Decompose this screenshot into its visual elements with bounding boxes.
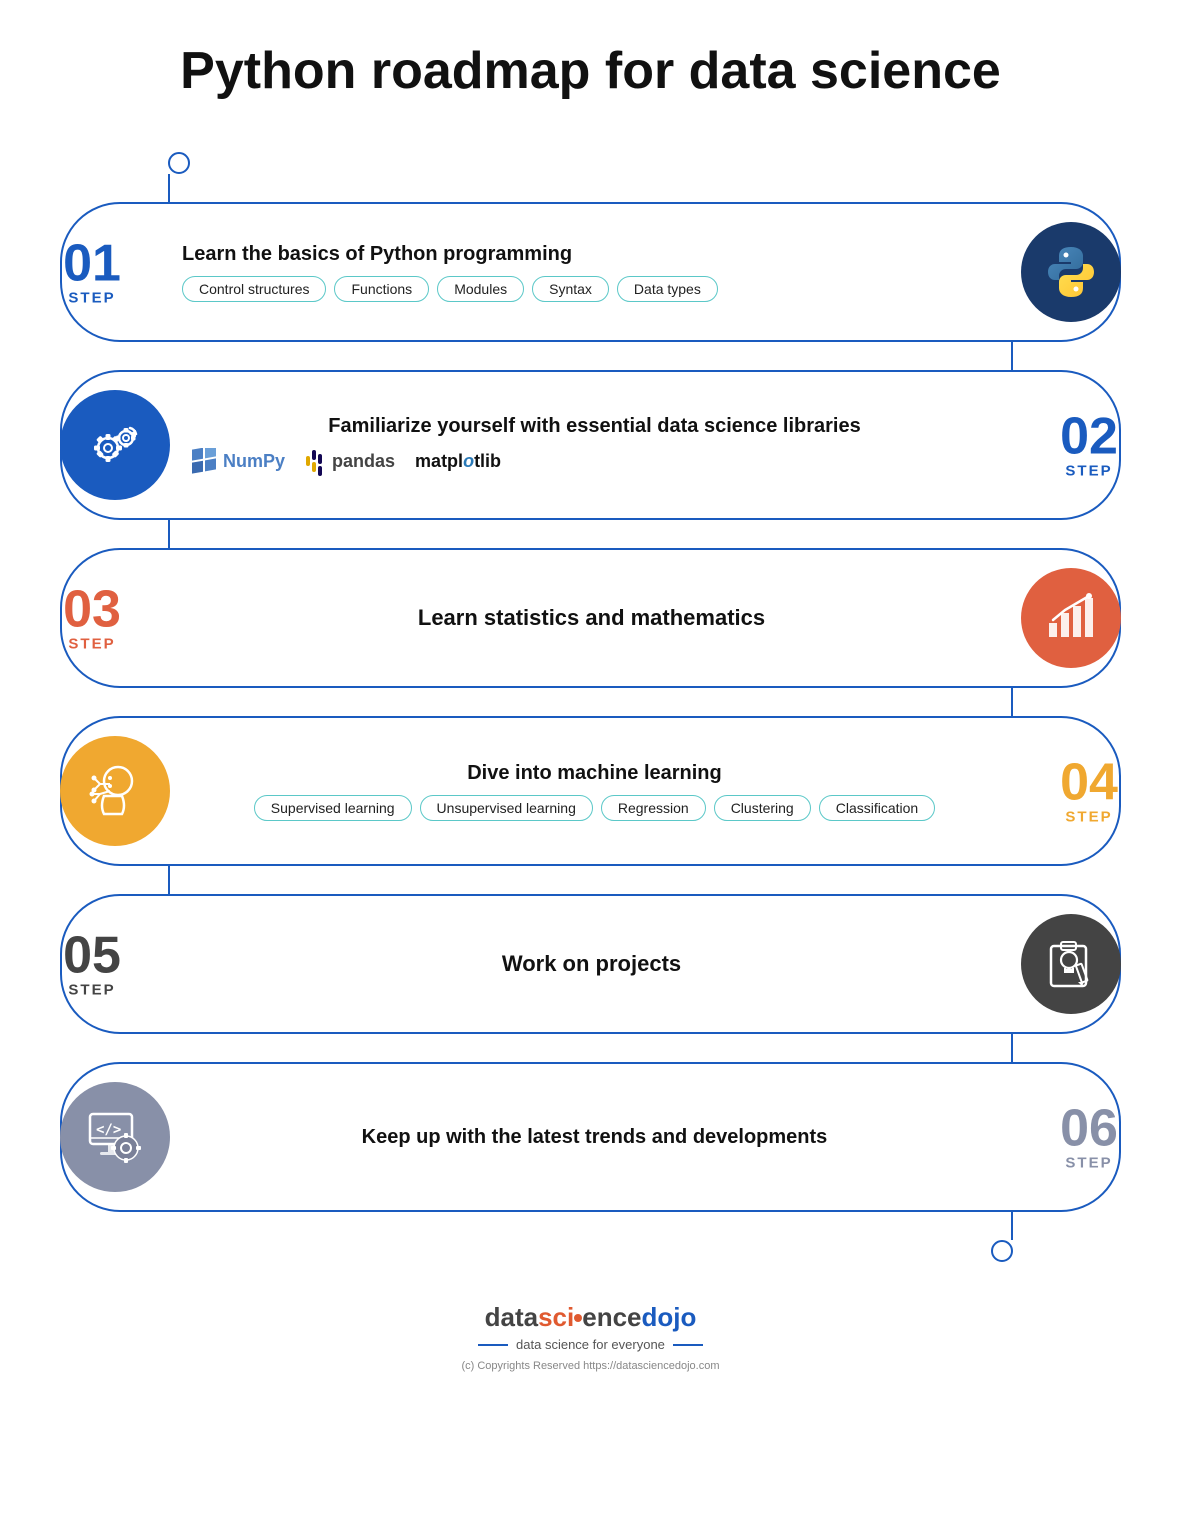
step-2-number-group: 02 STEP [1049,411,1129,480]
step-3-number-group: 03 STEP [52,584,132,653]
step-1-card: 01 STEP Learn the basics of Python progr… [60,202,1121,342]
step-4-number-group: 04 STEP [1049,757,1129,826]
step-2-label: STEP [1065,463,1112,480]
logo: data science dojo [485,1302,697,1333]
step-3-card: 03 STEP Learn statistics and mathematics [60,548,1121,688]
logo-sci: sc [538,1302,567,1332]
top-connector [60,152,1121,202]
step-6-number: 06 [1060,1103,1118,1155]
step-5-card: 05 STEP Work on projects [60,894,1121,1034]
step-1-title: Learn the basics of Python programming [182,243,1001,266]
connector-3 [60,520,1121,548]
step-4-title: Dive into machine learning [190,762,999,785]
tag-data-types: Data types [617,276,718,302]
step-1-content: Learn the basics of Python programming C… [152,243,1021,302]
lib-pandas-text: pandas [332,451,395,472]
lib-numpy: NumPy [190,448,285,476]
tag-modules: Modules [437,276,524,302]
step-1-tags: Control structures Functions Modules Syn… [182,276,1001,302]
svg-text:</>: </> [96,1122,121,1138]
step-6-title: Keep up with the latest trends and devel… [190,1126,999,1149]
step-6-number-group: 06 STEP [1049,1103,1129,1172]
tag-syntax: Syntax [532,276,609,302]
step-4-content: Dive into machine learning Supervised le… [170,762,1029,821]
step-5-icon [1021,914,1121,1014]
page-title: Python roadmap for data science [180,40,1001,102]
footer: data science dojo data science for every… [461,1302,719,1372]
logo-data: data [485,1302,538,1333]
tag-classification: Classification [819,795,935,821]
connector-5 [60,866,1121,894]
connector-6 [60,1034,1121,1062]
lib-pandas: pandas [305,448,395,476]
bottom-connector-dot [991,1240,1013,1262]
connector-4 [60,688,1121,716]
lib-matplotlib: matplotlib [415,451,501,472]
logo-ence: ence [582,1302,641,1332]
connector-2 [60,342,1121,370]
logo-dojo: dojo [642,1302,697,1333]
step-1-icon [1021,222,1121,322]
step-3-number: 03 [63,584,121,636]
step-2-content: Familiarize yourself with essential data… [170,415,1029,476]
step-3-icon [1021,568,1121,668]
top-connector-dot [168,152,190,174]
step-5-label: STEP [68,982,115,999]
tagline-dash-left [478,1344,508,1346]
logo-tagline: data science for everyone [478,1337,703,1352]
tagline-dash-right [673,1344,703,1346]
step-5-number: 05 [63,930,121,982]
step-2-libs: NumPy pandas matplotlib [190,448,999,476]
step-4-tags: Supervised learning Unsupervised learnin… [190,795,999,821]
step-6-label: STEP [1065,1155,1112,1172]
step-4-label: STEP [1065,809,1112,826]
step-4-card: Dive into machine learning Supervised le… [60,716,1121,866]
connector-line-1 [168,174,170,202]
logo-dot: i [567,1302,574,1332]
step-6-card: </> Keep up with the latest trends and d… [60,1062,1121,1212]
step-1-number-group: 01 STEP [52,238,132,307]
step-2-icon [60,390,170,500]
step-4-number: 04 [1060,757,1118,809]
step-1-label: STEP [68,290,115,307]
tag-regression: Regression [601,795,706,821]
step-6-content: Keep up with the latest trends and devel… [170,1126,1029,1149]
step-5-number-group: 05 STEP [52,930,132,999]
step-5-title: Work on projects [182,951,1001,977]
step-5-content: Work on projects [152,951,1021,977]
bottom-connector [60,1212,1121,1262]
step-3-label: STEP [68,636,115,653]
step-1-number: 01 [63,238,121,290]
footer-copyright: (c) Copyrights Reserved https://datascie… [461,1360,719,1372]
tagline-text: data science for everyone [516,1337,665,1352]
step-3-title: Learn statistics and mathematics [182,605,1001,631]
step-4-icon [60,736,170,846]
step-2-title: Familiarize yourself with essential data… [190,415,999,438]
step-6-icon: </> [60,1082,170,1192]
logo-sci-wrapper: science [538,1302,641,1333]
tag-supervised: Supervised learning [254,795,412,821]
steps-container: 01 STEP Learn the basics of Python progr… [60,152,1121,1262]
tag-functions: Functions [334,276,429,302]
step-2-card: Familiarize yourself with essential data… [60,370,1121,520]
tag-unsupervised: Unsupervised learning [420,795,593,821]
tag-clustering: Clustering [714,795,811,821]
step-3-content: Learn statistics and mathematics [152,605,1021,631]
step-2-number: 02 [1060,411,1118,463]
lib-numpy-text: NumPy [223,451,285,472]
tag-control-structures: Control structures [182,276,326,302]
